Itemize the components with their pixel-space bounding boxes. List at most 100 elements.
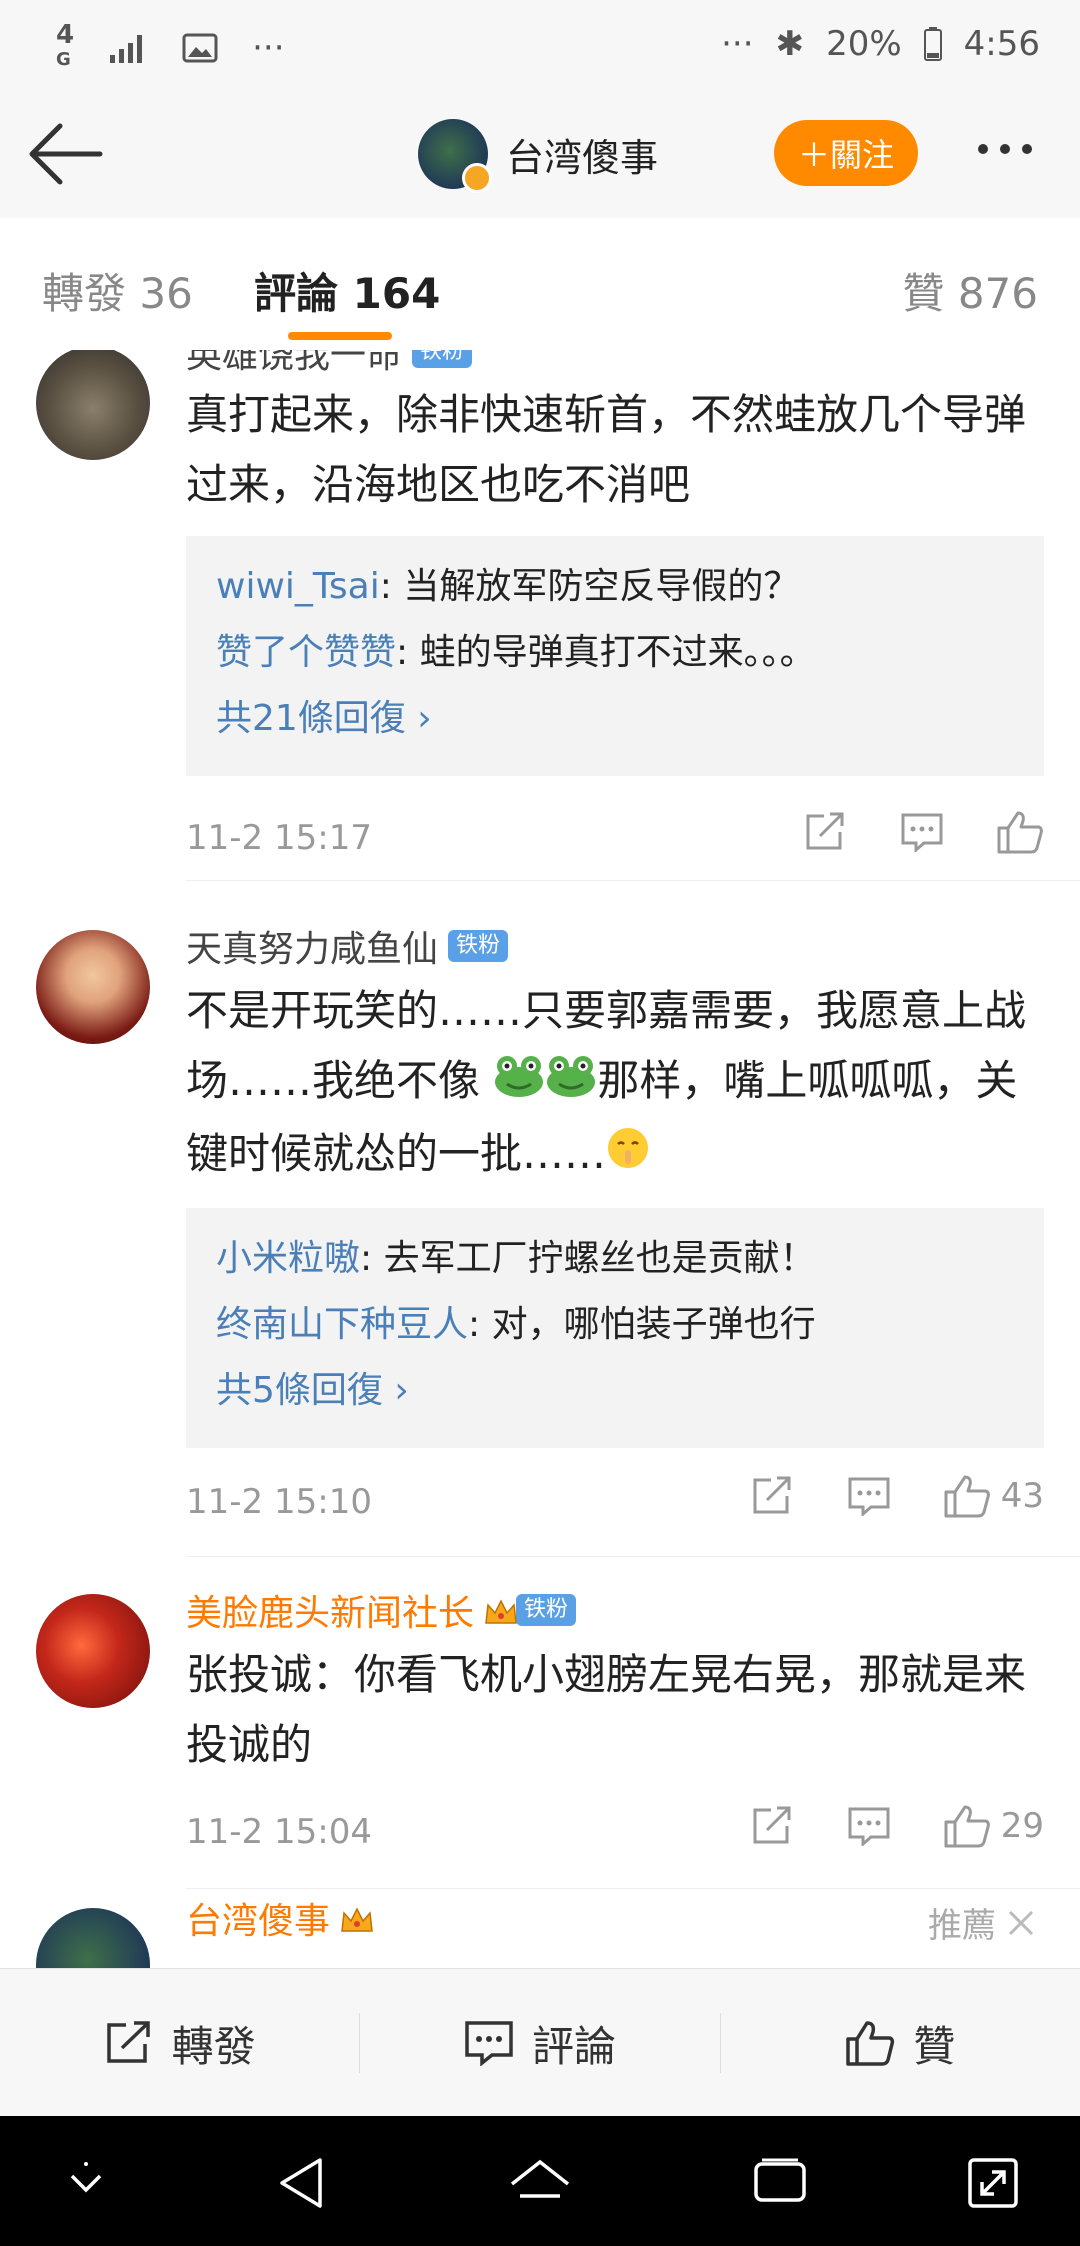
4g-icon: 4G	[56, 20, 75, 70]
comment-action[interactable]: 評論	[360, 1969, 719, 2117]
comment-time: 11-2 15:10	[186, 1482, 372, 1522]
back-triangle-icon[interactable]	[276, 2156, 326, 2210]
system-nav-bar	[0, 2116, 1080, 2246]
crown-icon	[340, 1903, 374, 1933]
more-options-icon[interactable]	[978, 144, 1032, 154]
tab-reposts[interactable]: 轉發 36	[42, 260, 193, 321]
comment-meta: 11-2 15:10 43	[186, 1474, 1044, 1534]
frog-emoji-icon	[493, 1049, 545, 1119]
comment-actions	[804, 810, 1044, 854]
recent-apps-icon[interactable]	[752, 2156, 808, 2206]
reply-text: : 当解放军防空反导假的？	[379, 566, 800, 607]
like-button[interactable]	[996, 810, 1044, 854]
page-title: 台湾傻事	[506, 135, 659, 180]
repost-button[interactable]	[751, 1806, 795, 1846]
comment-author[interactable]: 天真努力咸鱼仙	[186, 920, 438, 972]
comment-author-row: 美脸鹿头新闻社长 铁粉	[186, 1584, 577, 1636]
reply-author[interactable]: 小米粒嗷	[216, 1238, 360, 1279]
comment-author-row: 英雄饶我一命 铁粉	[186, 350, 473, 378]
comment-time: 11-2 15:04	[186, 1812, 372, 1852]
avatar[interactable]	[36, 930, 150, 1044]
chevron-down-icon[interactable]	[66, 2156, 106, 2206]
comment-author-row: 台湾傻事	[186, 1894, 374, 1942]
comment-author[interactable]: 英雄饶我一命	[186, 350, 402, 378]
comment-author[interactable]: 台湾傻事	[186, 1892, 330, 1944]
like-button[interactable]: 43	[943, 1474, 1044, 1518]
clock: 4:56	[963, 24, 1040, 64]
more-dots-icon: ···	[252, 27, 285, 68]
comment-item: 天真努力咸鱼仙 铁粉 不是开玩笑的……只要郭嘉需要，我愿意上战场……我绝不像 那…	[0, 894, 1080, 1454]
comment-icon	[848, 1807, 890, 1846]
bluetooth-icon: ✱	[775, 24, 805, 64]
status-bar: 4G ··· ··· ✱ 20% 4:56	[0, 0, 1080, 90]
fan-badge: 铁粉	[448, 930, 509, 962]
comment-feed[interactable]: 英雄饶我一命 铁粉 真打起来，除非快速斩首，不然蛙放几个导弹过来，沿海地区也吃不…	[0, 350, 1080, 1968]
tab-comments[interactable]: 評論 164	[254, 260, 440, 321]
more-dots-icon: ···	[721, 24, 754, 64]
reply-item: 赞了个赞赞: 蛙的导弹真打不过来。。。	[216, 620, 1014, 686]
recommend-tag: 推薦	[928, 1898, 1036, 1947]
share-icon	[806, 812, 844, 850]
comment-meta: 11-2 15:04 29	[186, 1804, 1044, 1864]
view-replies-link[interactable]: 共5條回復 ›	[216, 1358, 1014, 1424]
divider	[186, 1888, 1080, 1889]
reply-text: : 去军工厂拧螺丝也是贡献！	[360, 1238, 816, 1279]
thumbs-up-icon	[846, 2021, 895, 2066]
reply-author[interactable]: wiwi_Tsai	[216, 566, 380, 607]
reply-text: : 蛙的导弹真打不过来。。。	[396, 632, 816, 673]
comment-item: 美脸鹿头新闻社长 铁粉 张投诚：你看飞机小翅膀左晃右晃，那就是来投诚的 11-2…	[0, 1558, 1080, 1889]
repost-button[interactable]	[751, 1476, 795, 1516]
account-title[interactable]: 台湾傻事	[418, 118, 659, 193]
avatar[interactable]	[36, 1908, 150, 1968]
image-icon	[182, 33, 218, 62]
home-icon[interactable]	[508, 2156, 572, 2210]
repost-action[interactable]: 轉發	[0, 1969, 359, 2117]
reply-box[interactable]: wiwi_Tsai: 当解放军防空反导假的？ 赞了个赞赞: 蛙的导弹真打不过来。…	[186, 536, 1044, 776]
back-arrow-icon[interactable]	[26, 118, 106, 190]
comment-actions: 43	[751, 1474, 1044, 1518]
like-button[interactable]: 29	[943, 1804, 1044, 1848]
avatar[interactable]	[36, 350, 150, 460]
reply-button[interactable]	[847, 1476, 891, 1516]
comment-actions: 29	[751, 1804, 1044, 1848]
active-tab-indicator	[288, 332, 392, 340]
like-count: 29	[1000, 1806, 1044, 1846]
reply-box[interactable]: 小米粒嗷: 去军工厂拧螺丝也是贡献！ 终南山下种豆人: 对，哪怕装子弹也行 共5…	[186, 1208, 1044, 1448]
view-replies-link[interactable]: 共21條回復 ›	[216, 686, 1014, 752]
crown-icon	[484, 1595, 518, 1625]
verified-badge-icon	[462, 163, 492, 193]
comment-icon	[901, 813, 943, 852]
tab-bar: 轉發 36 評論 164 贊 876	[0, 218, 1080, 351]
expand-icon[interactable]	[966, 2156, 1020, 2210]
like-action[interactable]: 贊	[721, 1969, 1080, 2117]
reply-item: 终南山下种豆人: 对，哪怕装子弹也行	[216, 1292, 1014, 1358]
thumbs-up-icon	[944, 1805, 990, 1848]
comment-text: 真打起来，除非快速斩首，不然蛙放几个导弹过来，沿海地区也吃不消吧	[186, 390, 1027, 509]
top-bar: 台湾傻事 ＋關注	[0, 90, 1080, 219]
reply-button[interactable]	[847, 1806, 891, 1846]
comment-time: 11-2 15:17	[186, 818, 372, 858]
account-avatar[interactable]	[418, 119, 492, 193]
reply-author[interactable]: 赞了个赞赞	[216, 632, 396, 673]
tab-likes[interactable]: 贊 876	[902, 260, 1038, 321]
share-icon	[753, 1806, 791, 1844]
comment-item: 台湾傻事 推薦	[0, 1890, 1080, 1968]
comment-author-row: 天真努力咸鱼仙 铁粉	[186, 920, 509, 972]
reply-text: : 对，哪怕装子弹也行	[468, 1304, 816, 1345]
close-icon[interactable]	[1006, 1908, 1036, 1938]
recommend-label: 推薦	[928, 1906, 996, 1946]
reply-button[interactable]	[900, 812, 944, 852]
comment-author[interactable]: 美脸鹿头新闻社长	[186, 1584, 474, 1636]
bottom-action-bar: 轉發 評論 贊	[0, 1968, 1080, 2117]
follow-button[interactable]: ＋關注	[774, 120, 918, 186]
reply-item: wiwi_Tsai: 当解放军防空反导假的？	[216, 554, 1014, 620]
thumbs-up-icon	[997, 811, 1043, 854]
avatar[interactable]	[36, 1594, 150, 1708]
reply-item: 小米粒嗷: 去军工厂拧螺丝也是贡献！	[216, 1226, 1014, 1292]
signal-icon	[110, 34, 143, 63]
divider	[186, 1556, 1080, 1557]
reply-author[interactable]: 终南山下种豆人	[216, 1304, 468, 1345]
repost-button[interactable]	[804, 812, 848, 852]
like-count: 43	[1000, 1476, 1044, 1516]
comment-meta: 11-2 15:17	[186, 810, 1044, 870]
